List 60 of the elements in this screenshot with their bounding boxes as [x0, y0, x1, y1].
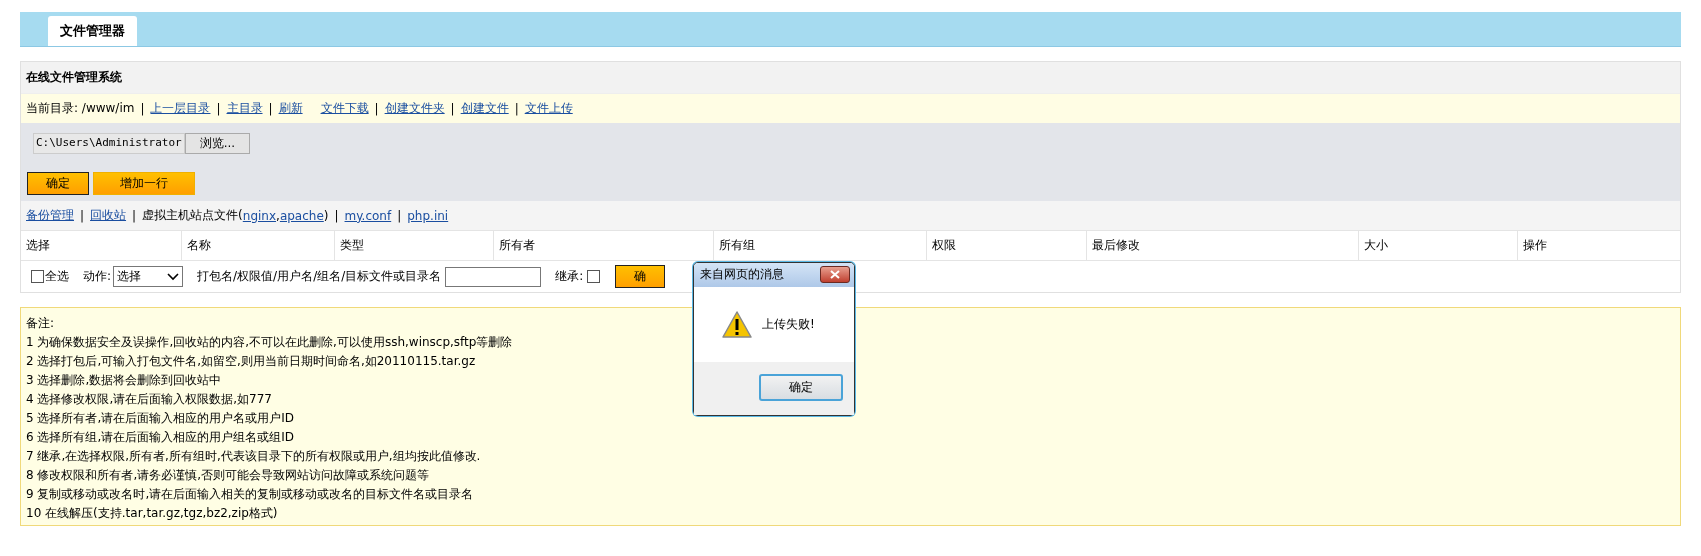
dialog-message: 上传失败!: [762, 316, 815, 333]
link[interactable]: 创建文件夹: [384, 100, 445, 117]
warning-icon: [722, 311, 752, 338]
submit-button[interactable]: 确: [615, 265, 666, 288]
target-input-field[interactable]: [445, 266, 542, 287]
separator: |: [140, 101, 145, 116]
inherit-label: 继承:: [555, 268, 584, 285]
add-row-button[interactable]: 增加一行: [93, 172, 195, 195]
target-label: 打包名/权限值/用户名/组名/目标文件或目录名: [197, 268, 442, 285]
close-button[interactable]: [820, 266, 850, 283]
note-line: 7 继承,在选择权限,所有者,所有组时,代表该目录下的所有权限或用户,组均按此值修改.: [26, 448, 481, 465]
separator: |: [132, 208, 137, 223]
dialog-title: 来自网页的消息: [700, 266, 784, 283]
note-line: 10 在线解压(支持.tar,tar.gz,tgz,bz2,zip格式): [26, 505, 278, 522]
link[interactable]: nginx: [242, 208, 277, 223]
link[interactable]: 备份管理: [26, 207, 74, 224]
file-path-field[interactable]: C:\Users\Administrator: [33, 133, 185, 154]
note-line: 1 为确保数据安全及误操作,回收站的内容,不可以在此删除,可以使用ssh,winscp,sftp等删除: [26, 334, 513, 351]
note-line: 4 选择修改权限,请在后面输入权限数据,如777: [26, 391, 272, 408]
link[interactable]: 创建文件: [460, 100, 509, 117]
action-label: 动作:: [83, 268, 112, 285]
link[interactable]: my.conf: [344, 208, 392, 223]
select-all-label: 全选: [45, 268, 69, 285]
link[interactable]: 主目录: [226, 100, 263, 117]
label: ): [323, 208, 329, 223]
tab[interactable]: 文件管理器: [48, 16, 137, 46]
separator: |: [216, 101, 221, 116]
separator: |: [334, 208, 339, 223]
link[interactable]: 文件上传: [524, 100, 573, 117]
close-icon: [830, 270, 840, 279]
separator: |: [268, 101, 273, 116]
link[interactable]: apache: [279, 208, 324, 223]
separator: |: [80, 208, 85, 223]
checkbox[interactable]: [31, 270, 44, 283]
action-dropdown[interactable]: 选择: [113, 266, 184, 287]
separator: |: [450, 101, 455, 116]
notes-title: 备注:: [26, 315, 55, 332]
link[interactable]: 刷新: [278, 100, 303, 117]
link[interactable]: 回收站: [90, 207, 127, 224]
ok-button[interactable]: 确定: [759, 374, 843, 401]
link[interactable]: 文件下载: [320, 100, 369, 117]
browse-button[interactable]: 浏览...: [184, 133, 251, 154]
note-line: 6 选择所有组,请在后面输入相应的用户组名或组ID: [26, 429, 295, 446]
note-line: 9 复制或移动或改名时,请在后面输入相关的复制或移动或改名的目标文件名或目录名: [26, 486, 474, 503]
note-line: 3 选择删除,数据将会删除到回收站中: [26, 372, 222, 389]
separator: |: [514, 101, 519, 116]
current-directory: 当前目录: /www/im: [26, 100, 135, 117]
note-line: 5 选择所有者,请在后面输入相应的用户名或用户ID: [26, 410, 295, 427]
separator: |: [374, 101, 379, 116]
link[interactable]: php.ini: [407, 208, 449, 223]
chevron-down-icon: [167, 272, 180, 281]
confirm-button[interactable]: 确定: [27, 172, 89, 195]
link[interactable]: 上一层目录: [150, 100, 211, 117]
note-line: 2 选择打包后,可输入打包文件名,如留空,则用当前日期时间命名,如20110115.tar.gz: [26, 353, 476, 370]
label: 虚拟主机站点文件(: [142, 207, 243, 222]
checkbox[interactable]: [587, 270, 601, 283]
separator: |: [397, 208, 402, 223]
label: ,: [276, 208, 280, 223]
note-line: 8 修改权限和所有者,请务必谨慎,否则可能会导致网站访问故障或系统问题等: [26, 467, 430, 484]
panel-title: 在线文件管理系统: [25, 69, 123, 86]
